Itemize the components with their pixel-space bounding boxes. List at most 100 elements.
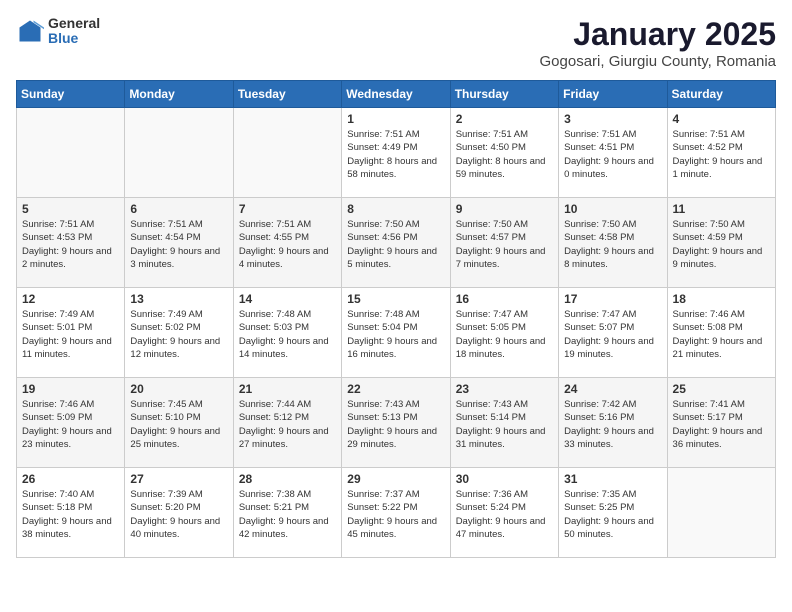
day-info: Sunrise: 7:36 AMSunset: 5:24 PMDaylight:… (456, 488, 553, 541)
day-number: 22 (347, 382, 444, 396)
table-row: 21Sunrise: 7:44 AMSunset: 5:12 PMDayligh… (233, 378, 341, 468)
day-info: Sunrise: 7:46 AMSunset: 5:08 PMDaylight:… (673, 308, 770, 361)
day-number: 1 (347, 112, 444, 126)
day-number: 14 (239, 292, 336, 306)
table-row: 7 Sunrise: 7:51 AMSunset: 4:55 PMDaylight… (233, 198, 341, 288)
table-row: 4 Sunrise: 7:51 AMSunset: 4:52 PMDaylight… (667, 108, 775, 198)
table-row: 13 Sunrise: 7:49 AMSunset: 5:02 PMDayligh… (125, 288, 233, 378)
logo-general: General (48, 16, 100, 31)
day-info: Sunrise: 7:43 AMSunset: 5:14 PMDaylight:… (456, 398, 553, 451)
day-info: Sunrise: 7:40 AMSunset: 5:18 PMDaylight:… (22, 488, 119, 541)
logo-icon (16, 17, 44, 45)
day-number: 15 (347, 292, 444, 306)
day-number: 19 (22, 382, 119, 396)
day-number: 4 (673, 112, 770, 126)
day-info: Sunrise: 7:50 AMSunset: 4:56 PMDaylight:… (347, 218, 444, 271)
calendar-title: January 2025 (540, 16, 777, 53)
day-info: Sunrise: 7:50 AMSunset: 4:57 PMDaylight:… (456, 218, 553, 271)
day-number: 5 (22, 202, 119, 216)
day-info: Sunrise: 7:51 AMSunset: 4:51 PMDaylight:… (564, 128, 661, 181)
table-row: 17 Sunrise: 7:47 AMSunset: 5:07 PMDayligh… (559, 288, 667, 378)
day-info: Sunrise: 7:39 AMSunset: 5:20 PMDaylight:… (130, 488, 227, 541)
logo: General Blue (16, 16, 100, 47)
table-row: 27Sunrise: 7:39 AMSunset: 5:20 PMDayligh… (125, 468, 233, 558)
table-row (17, 108, 125, 198)
table-row: 22 Sunrise: 7:43 AMSunset: 5:13 PMDayligh… (342, 378, 450, 468)
day-info: Sunrise: 7:48 AMSunset: 5:03 PMDaylight:… (239, 308, 336, 361)
table-row: 11Sunrise: 7:50 AMSunset: 4:59 PMDayligh… (667, 198, 775, 288)
calendar-week-1: 5 Sunrise: 7:51 AMSunset: 4:53 PMDaylight… (17, 198, 776, 288)
table-row: 18 Sunrise: 7:46 AMSunset: 5:08 PMDayligh… (667, 288, 775, 378)
table-row: 23 Sunrise: 7:43 AMSunset: 5:14 PMDayligh… (450, 378, 558, 468)
day-info: Sunrise: 7:45 AMSunset: 5:10 PMDaylight:… (130, 398, 227, 451)
calendar-subtitle: Gogosari, Giurgiu County, Romania (540, 53, 777, 70)
day-number: 21 (239, 382, 336, 396)
table-row: 31 Sunrise: 7:35 AMSunset: 5:25 PMDayligh… (559, 468, 667, 558)
table-row (233, 108, 341, 198)
day-number: 6 (130, 202, 227, 216)
day-info: Sunrise: 7:42 AMSunset: 5:16 PMDaylight:… (564, 398, 661, 451)
table-row: 28Sunrise: 7:38 AMSunset: 5:21 PMDayligh… (233, 468, 341, 558)
day-number: 31 (564, 472, 661, 486)
day-info: Sunrise: 7:51 AMSunset: 4:52 PMDaylight:… (673, 128, 770, 181)
day-info: Sunrise: 7:50 AMSunset: 4:58 PMDaylight:… (564, 218, 661, 271)
day-number: 8 (347, 202, 444, 216)
calendar-header: General Blue January 2025 Gogosari, Giur… (16, 16, 776, 70)
day-info: Sunrise: 7:51 AMSunset: 4:54 PMDaylight:… (130, 218, 227, 271)
calendar-week-3: 19Sunrise: 7:46 AMSunset: 5:09 PMDayligh… (17, 378, 776, 468)
day-number: 18 (673, 292, 770, 306)
table-row: 5 Sunrise: 7:51 AMSunset: 4:53 PMDaylight… (17, 198, 125, 288)
day-number: 10 (564, 202, 661, 216)
day-number: 9 (456, 202, 553, 216)
day-info: Sunrise: 7:49 AMSunset: 5:02 PMDaylight:… (130, 308, 227, 361)
title-area: January 2025 Gogosari, Giurgiu County, R… (540, 16, 777, 70)
day-info: Sunrise: 7:47 AMSunset: 5:07 PMDaylight:… (564, 308, 661, 361)
table-row: 3 Sunrise: 7:51 AMSunset: 4:51 PMDaylight… (559, 108, 667, 198)
day-number: 24 (564, 382, 661, 396)
day-number: 29 (347, 472, 444, 486)
day-info: Sunrise: 7:51 AMSunset: 4:50 PMDaylight:… (456, 128, 553, 181)
table-row: 1Sunrise: 7:51 AMSunset: 4:49 PMDaylight… (342, 108, 450, 198)
day-info: Sunrise: 7:35 AMSunset: 5:25 PMDaylight:… (564, 488, 661, 541)
day-info: Sunrise: 7:37 AMSunset: 5:22 PMDaylight:… (347, 488, 444, 541)
table-row: 15 Sunrise: 7:48 AMSunset: 5:04 PMDayligh… (342, 288, 450, 378)
logo-text: General Blue (48, 16, 100, 47)
day-number: 30 (456, 472, 553, 486)
calendar-body: 1Sunrise: 7:51 AMSunset: 4:49 PMDaylight… (17, 108, 776, 558)
table-row: 25Sunrise: 7:41 AMSunset: 5:17 PMDayligh… (667, 378, 775, 468)
table-row: 16 Sunrise: 7:47 AMSunset: 5:05 PMDayligh… (450, 288, 558, 378)
table-row: 10 Sunrise: 7:50 AMSunset: 4:58 PMDayligh… (559, 198, 667, 288)
calendar-week-0: 1Sunrise: 7:51 AMSunset: 4:49 PMDaylight… (17, 108, 776, 198)
header-thursday: Thursday (450, 81, 558, 108)
table-row: 26 Sunrise: 7:40 AMSunset: 5:18 PMDayligh… (17, 468, 125, 558)
calendar-table: Sunday Monday Tuesday Wednesday Thursday… (16, 80, 776, 558)
day-number: 25 (673, 382, 770, 396)
day-info: Sunrise: 7:38 AMSunset: 5:21 PMDaylight:… (239, 488, 336, 541)
day-number: 16 (456, 292, 553, 306)
header-monday: Monday (125, 81, 233, 108)
table-row: 9 Sunrise: 7:50 AMSunset: 4:57 PMDaylight… (450, 198, 558, 288)
day-info: Sunrise: 7:51 AMSunset: 4:53 PMDaylight:… (22, 218, 119, 271)
day-info: Sunrise: 7:51 AMSunset: 4:55 PMDaylight:… (239, 218, 336, 271)
table-row (667, 468, 775, 558)
day-number: 11 (673, 202, 770, 216)
day-info: Sunrise: 7:49 AMSunset: 5:01 PMDaylight:… (22, 308, 119, 361)
day-number: 7 (239, 202, 336, 216)
table-row: 12Sunrise: 7:49 AMSunset: 5:01 PMDayligh… (17, 288, 125, 378)
day-number: 13 (130, 292, 227, 306)
day-info: Sunrise: 7:48 AMSunset: 5:04 PMDaylight:… (347, 308, 444, 361)
day-number: 2 (456, 112, 553, 126)
table-row: 29 Sunrise: 7:37 AMSunset: 5:22 PMDayligh… (342, 468, 450, 558)
day-number: 23 (456, 382, 553, 396)
day-info: Sunrise: 7:47 AMSunset: 5:05 PMDaylight:… (456, 308, 553, 361)
day-info: Sunrise: 7:43 AMSunset: 5:13 PMDaylight:… (347, 398, 444, 451)
day-number: 26 (22, 472, 119, 486)
table-row: 6 Sunrise: 7:51 AMSunset: 4:54 PMDaylight… (125, 198, 233, 288)
logo-blue: Blue (48, 31, 100, 46)
calendar-week-2: 12Sunrise: 7:49 AMSunset: 5:01 PMDayligh… (17, 288, 776, 378)
table-row: 14 Sunrise: 7:48 AMSunset: 5:03 PMDayligh… (233, 288, 341, 378)
table-row: 19Sunrise: 7:46 AMSunset: 5:09 PMDayligh… (17, 378, 125, 468)
day-number: 3 (564, 112, 661, 126)
day-number: 17 (564, 292, 661, 306)
header-friday: Friday (559, 81, 667, 108)
